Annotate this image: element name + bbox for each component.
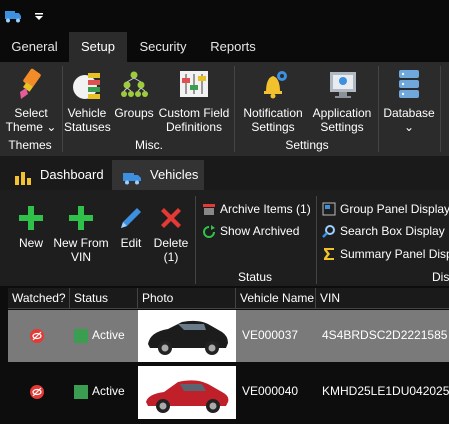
new-from-vin-label-2: VIN (70, 250, 91, 264)
vehicle-photo (138, 366, 236, 419)
group-panel-icon (322, 202, 336, 219)
search-box-label: Search Box Display (340, 224, 445, 238)
group-label-status: Status (238, 270, 273, 284)
tab-security[interactable]: Security (127, 32, 199, 62)
database-button[interactable]: Database ⌄ (380, 66, 438, 138)
monitor-gear-icon (327, 68, 359, 103)
plus-icon (17, 204, 45, 235)
status-label: Active (92, 384, 125, 398)
tab-vehicles-label: Vehicles (150, 167, 199, 182)
tab-dashboard[interactable]: Dashboard (10, 160, 110, 190)
vehicles-grid: Watched? Status Photo Vehicle Name VIN A… (0, 288, 449, 419)
group-label-display: Dis (432, 270, 449, 284)
summary-panel-label: Summary Panel Disp (340, 247, 449, 261)
paint-brush-icon (16, 68, 46, 105)
column-header-vin[interactable]: VIN (316, 288, 449, 309)
custom-field-label-2: Definitions (165, 120, 223, 134)
database-label: Database (383, 106, 435, 120)
notification-settings-button[interactable]: Notification Settings (238, 66, 308, 138)
application-settings-button[interactable]: Application Settings (308, 66, 376, 138)
quick-access-toolbar (0, 0, 449, 32)
tab-reports[interactable]: Reports (199, 32, 267, 62)
table-row[interactable]: Active VE000037 4S4BRDSC2D2221585 (8, 310, 449, 362)
tab-vehicles[interactable]: Vehicles (112, 160, 204, 190)
select-theme-label-2: Theme ⌄ (5, 120, 57, 134)
vehicles-toolbar: New New From VIN Edit Delete (1) Archive… (0, 190, 449, 286)
column-header-watched[interactable]: Watched? (8, 288, 70, 309)
edit-label: Edit (120, 236, 142, 250)
new-label: New (18, 236, 43, 250)
sliders-icon (179, 70, 209, 101)
custom-field-definitions-button[interactable]: Custom Field Definitions (158, 66, 230, 138)
pencil-icon (117, 204, 145, 235)
chevron-down-icon[interactable] (34, 9, 44, 27)
delete-label: Delete (153, 236, 189, 250)
divider (316, 196, 317, 284)
delete-button[interactable]: Delete (1) (150, 202, 192, 266)
application-settings-label: Application (312, 106, 372, 120)
group-label-themes: Themes (8, 138, 52, 152)
divider (378, 66, 379, 152)
vehicle-photo (138, 310, 236, 362)
bell-gear-icon (258, 68, 290, 103)
new-from-vin-button[interactable]: New From VIN (50, 202, 112, 266)
delete-label-2: (1) (163, 250, 179, 264)
divider (234, 66, 235, 152)
database-icon (395, 68, 423, 103)
vehicle-statuses-label-2: Statuses (64, 120, 111, 134)
select-theme-button[interactable]: Select Theme ⌄ (2, 66, 60, 138)
vehicle-statuses-button[interactable]: Vehicle Statuses (64, 66, 111, 138)
column-header-status[interactable]: Status (70, 288, 138, 309)
new-from-vin-label: New From (53, 236, 109, 250)
divider (62, 66, 63, 152)
status-label: Active (92, 328, 125, 342)
select-theme-label: Select (14, 106, 48, 120)
tab-dashboard-label: Dashboard (40, 167, 104, 182)
custom-field-label: Custom Field (158, 106, 230, 120)
notification-settings-label-2: Settings (251, 120, 295, 134)
status-chart-icon (72, 70, 102, 103)
divider (195, 196, 196, 284)
watch-icon[interactable] (30, 385, 44, 404)
plus-icon (67, 204, 95, 235)
status-color-swatch (74, 385, 88, 399)
column-header-vehicle-name[interactable]: Vehicle Name (236, 288, 316, 309)
chevron-down-icon: ⌄ (403, 120, 415, 134)
document-tab-bar: Dashboard Vehicles (0, 156, 449, 190)
truck-icon[interactable] (4, 8, 22, 29)
archive-icon (202, 203, 216, 219)
status-color-swatch (74, 329, 88, 343)
edit-button[interactable]: Edit (114, 202, 148, 266)
hierarchy-icon (120, 70, 148, 101)
group-label-misc: Misc. (135, 138, 163, 152)
notification-settings-label: Notification (243, 106, 303, 120)
vehicle-name: VE000040 (242, 384, 299, 398)
archive-items-label: Archive Items (1) (220, 202, 311, 216)
groups-label: Groups (114, 106, 154, 120)
refresh-icon (202, 225, 216, 242)
groups-button[interactable]: Groups (112, 66, 156, 138)
x-icon (157, 204, 185, 235)
search-icon (322, 224, 336, 241)
main-tab-bar: General Setup Security Reports (0, 32, 449, 62)
tab-general[interactable]: General (0, 32, 69, 62)
application-settings-label-2: Settings (320, 120, 364, 134)
ribbon: Select Theme ⌄ Vehicle Statuses Groups C… (0, 62, 449, 156)
watch-icon[interactable] (30, 329, 44, 348)
sigma-icon (322, 247, 336, 264)
vehicle-statuses-label: Vehicle (67, 106, 107, 120)
new-button[interactable]: New (12, 202, 50, 266)
table-row[interactable]: Active VE000040 KMHD25LE1DU042025 (8, 366, 449, 419)
divider (440, 66, 441, 152)
vin: 4S4BRDSC2D2221585 (322, 328, 448, 342)
group-panel-label: Group Panel Display (340, 202, 449, 216)
show-archived-label: Show Archived (220, 224, 300, 238)
tab-setup[interactable]: Setup (69, 32, 127, 62)
column-header-photo[interactable]: Photo (138, 288, 236, 309)
vehicle-name: VE000037 (242, 328, 299, 342)
vin: KMHD25LE1DU042025 (322, 384, 449, 398)
group-label-settings: Settings (285, 138, 329, 152)
